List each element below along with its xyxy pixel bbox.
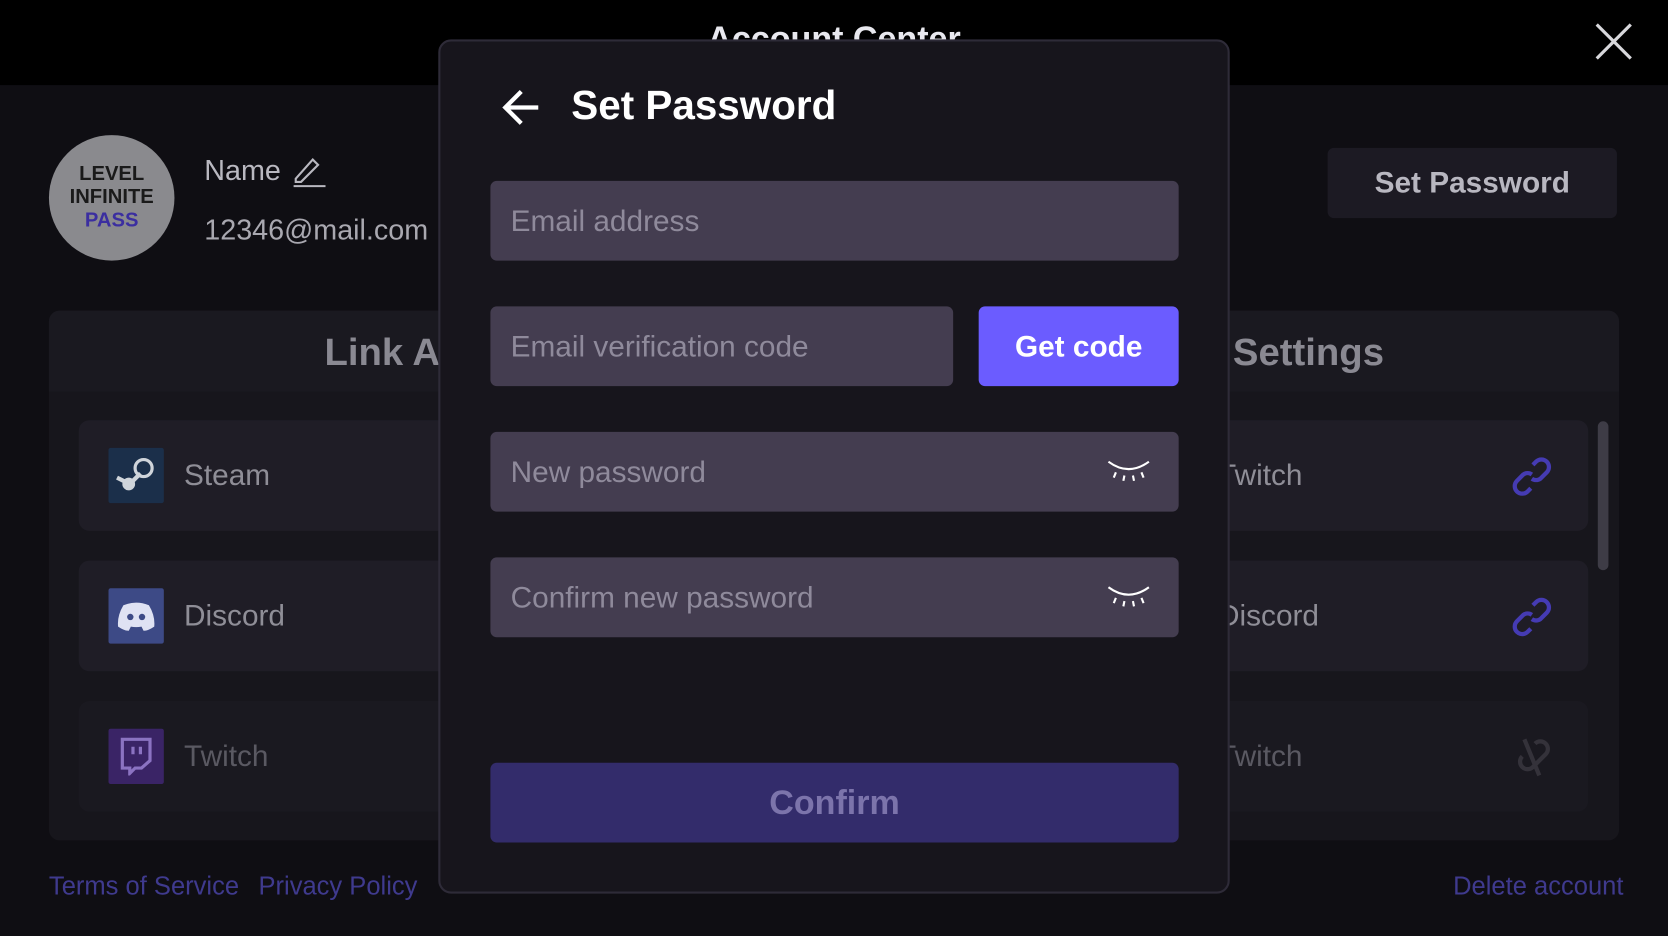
discord-icon xyxy=(108,588,164,644)
item-label: Twitch xyxy=(1218,739,1303,773)
eye-closed-icon[interactable] xyxy=(1106,583,1151,611)
item-label: Steam xyxy=(184,458,271,492)
item-label: Twitch xyxy=(184,739,269,773)
email-field[interactable]: Email address xyxy=(490,180,1179,261)
confirm-button[interactable]: Confirm xyxy=(490,762,1179,843)
item-label: Twitch xyxy=(1218,458,1303,492)
edit-icon[interactable] xyxy=(292,155,328,187)
get-code-button[interactable]: Get code xyxy=(978,306,1179,387)
item-label: Discord xyxy=(1218,598,1320,632)
placeholder-text: New password xyxy=(510,454,706,488)
confirm-password-field[interactable]: Confirm new password xyxy=(490,557,1179,638)
verification-code-field[interactable]: Email verification code xyxy=(490,306,954,387)
set-password-dialog: Set Password Email address Email verific… xyxy=(438,39,1230,894)
logo-text: LEVEL xyxy=(79,162,145,186)
account-center-screen: Account Center LEVEL INFINITE PASS Name … xyxy=(0,0,1668,936)
close-icon[interactable] xyxy=(1594,21,1634,61)
avatar: LEVEL INFINITE PASS xyxy=(48,135,175,261)
unlink-icon[interactable] xyxy=(1512,737,1552,777)
logo-text: INFINITE xyxy=(69,186,154,209)
link-icon[interactable] xyxy=(1512,456,1552,496)
dialog-title: Set Password xyxy=(571,84,837,129)
profile-email: 12346@mail.com xyxy=(204,213,429,246)
name-text: Name xyxy=(204,154,281,187)
logo-text: PASS xyxy=(84,209,139,232)
profile-name: Name xyxy=(204,154,327,187)
placeholder-text: Confirm new password xyxy=(510,580,814,614)
privacy-link[interactable]: Privacy Policy xyxy=(258,872,417,902)
steam-icon xyxy=(108,447,164,504)
scrollbar[interactable] xyxy=(1597,421,1609,571)
settings-title: Settings xyxy=(1232,329,1384,374)
twitch-icon xyxy=(108,728,164,785)
set-password-button[interactable]: Set Password xyxy=(1327,147,1617,219)
back-arrow-icon[interactable] xyxy=(500,86,543,129)
link-icon[interactable] xyxy=(1512,597,1552,637)
terms-link[interactable]: Terms of Service xyxy=(49,872,239,902)
new-password-field[interactable]: New password xyxy=(490,431,1179,512)
item-label: Discord xyxy=(184,598,286,632)
eye-closed-icon[interactable] xyxy=(1106,457,1151,485)
delete-account-link[interactable]: Delete account xyxy=(1453,872,1623,902)
